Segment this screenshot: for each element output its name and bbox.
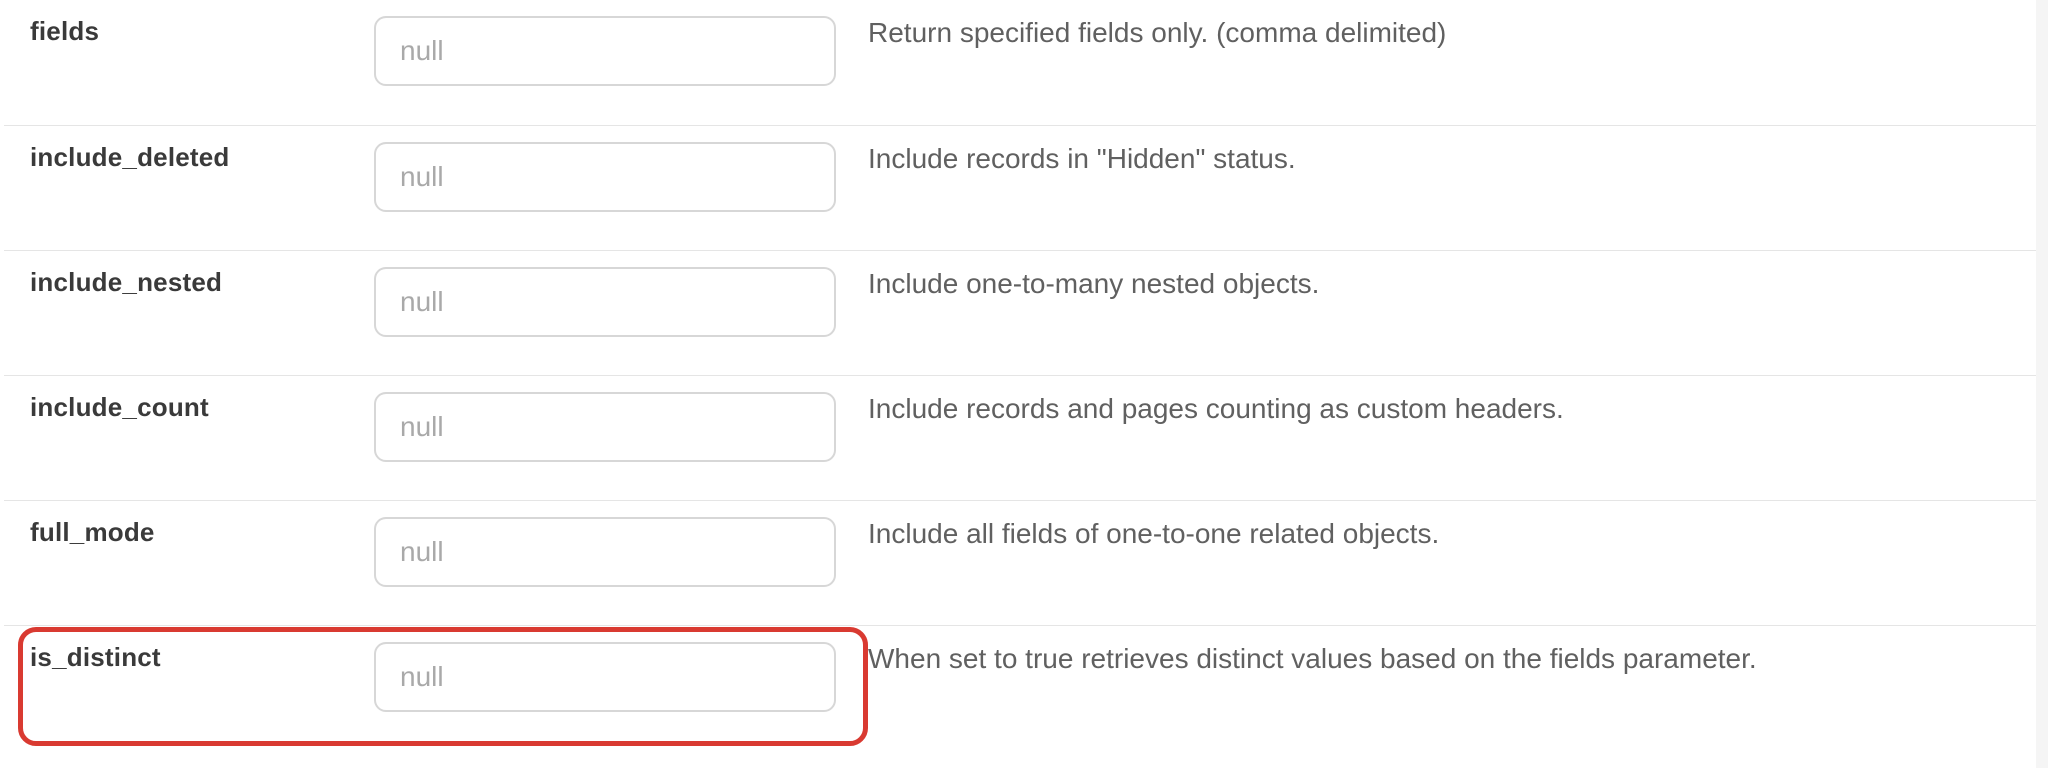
param-desc: When set to true retrieves distinct valu… bbox=[868, 643, 1757, 674]
include-count-input[interactable] bbox=[374, 392, 836, 462]
param-desc: Include all fields of one-to-one related… bbox=[868, 518, 1439, 549]
param-name: include_deleted bbox=[30, 142, 230, 172]
param-desc: Include records and pages counting as cu… bbox=[868, 393, 1564, 424]
param-row: include_nested Include one-to-many neste… bbox=[4, 250, 2039, 375]
param-desc: Include records in "Hidden" status. bbox=[868, 143, 1296, 174]
param-desc: Include one-to-many nested objects. bbox=[868, 268, 1319, 299]
param-desc: Return specified fields only. (comma del… bbox=[868, 17, 1446, 48]
param-name-cell: full_mode bbox=[4, 501, 374, 558]
param-input-cell bbox=[374, 626, 864, 730]
include-deleted-input[interactable] bbox=[374, 142, 836, 212]
param-desc-cell: Include one-to-many nested objects. bbox=[864, 251, 2039, 313]
param-input-cell bbox=[374, 126, 864, 230]
param-name: fields bbox=[30, 16, 99, 46]
param-row: full_mode Include all fields of one-to-o… bbox=[4, 500, 2039, 625]
fields-input[interactable] bbox=[374, 16, 836, 86]
param-name: is_distinct bbox=[30, 642, 161, 672]
full-mode-input[interactable] bbox=[374, 517, 836, 587]
param-row: fields Return specified fields only. (co… bbox=[4, 0, 2039, 125]
param-input-cell bbox=[374, 0, 864, 104]
param-name-cell: include_nested bbox=[4, 251, 374, 308]
param-row: is_distinct When set to true retrieves d… bbox=[4, 625, 2039, 750]
scrollbar-track[interactable] bbox=[2036, 0, 2048, 768]
param-name: include_nested bbox=[30, 267, 222, 297]
param-desc-cell: Include records and pages counting as cu… bbox=[864, 376, 2039, 438]
param-name-cell: fields bbox=[4, 0, 374, 57]
param-desc-cell: Return specified fields only. (comma del… bbox=[864, 0, 2039, 62]
param-input-cell bbox=[374, 376, 864, 480]
param-name-cell: include_count bbox=[4, 376, 374, 433]
param-name-cell: is_distinct bbox=[4, 626, 374, 683]
param-name: include_count bbox=[30, 392, 209, 422]
param-row: include_count Include records and pages … bbox=[4, 375, 2039, 500]
param-row: include_deleted Include records in "Hidd… bbox=[4, 125, 2039, 250]
param-desc-cell: Include records in "Hidden" status. bbox=[864, 126, 2039, 188]
param-input-cell bbox=[374, 251, 864, 355]
include-nested-input[interactable] bbox=[374, 267, 836, 337]
param-desc-cell: Include all fields of one-to-one related… bbox=[864, 501, 2039, 563]
param-name: full_mode bbox=[30, 517, 155, 547]
parameter-panel: fields Return specified fields only. (co… bbox=[4, 0, 2040, 750]
param-input-cell bbox=[374, 501, 864, 605]
is-distinct-input[interactable] bbox=[374, 642, 836, 712]
param-name-cell: include_deleted bbox=[4, 126, 374, 183]
param-desc-cell: When set to true retrieves distinct valu… bbox=[864, 626, 2039, 688]
